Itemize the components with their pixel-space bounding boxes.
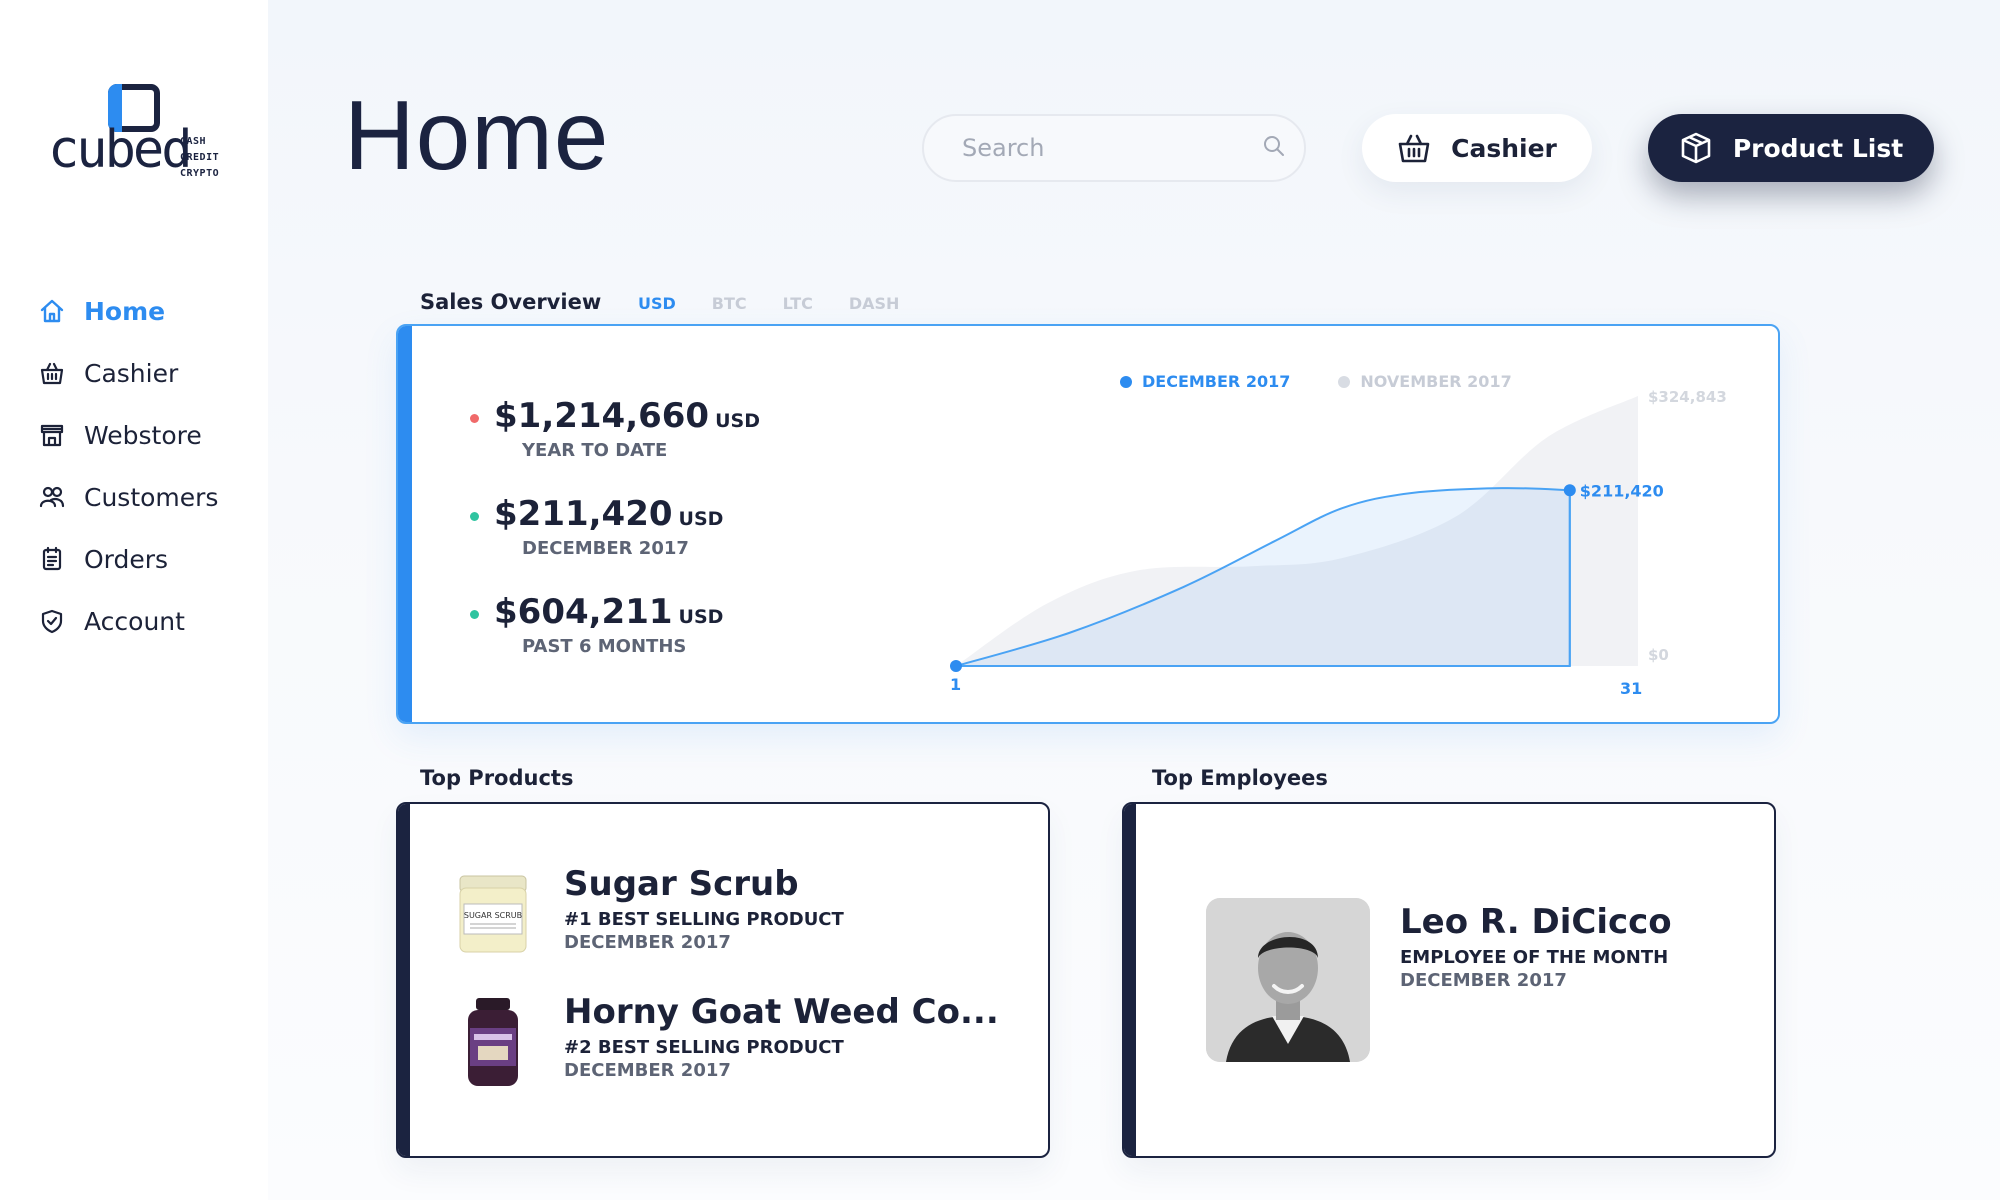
series-december-start-point[interactable]: [950, 660, 962, 672]
sidebar-item-cashier[interactable]: Cashier: [38, 342, 218, 404]
basket-icon: [38, 359, 66, 387]
y-min-label: $0: [1648, 646, 1669, 664]
sidebar-item-webstore[interactable]: Webstore: [38, 404, 218, 466]
x-start-label: 1: [950, 675, 961, 694]
product-name[interactable]: Horny Goat Weed Co...: [564, 993, 999, 1031]
logo-tagline: CASH CREDIT CRYPTO: [180, 134, 219, 182]
tab-usd[interactable]: USD: [638, 294, 676, 313]
shield-icon: [38, 607, 66, 635]
product-list-button-label: Product List: [1732, 133, 1904, 163]
sales-chart: $211,420 $324,843 $0 1 31: [950, 388, 1727, 698]
top-employees-title: Top Employees: [1152, 766, 1328, 790]
product-rank: #1 BEST SELLING PRODUCT: [564, 909, 844, 931]
sidebar-item-label: Orders: [84, 544, 169, 574]
clipboard-icon: [38, 545, 66, 573]
sidebar-item-orders[interactable]: Orders: [38, 528, 218, 590]
page-title: Home: [344, 80, 610, 190]
logo-tag-credit: CREDIT: [180, 152, 220, 163]
sidebar-item-label: Home: [84, 296, 166, 326]
employee-avatar: [1206, 898, 1370, 1062]
sugar-scrub-thumbnail: SUGAR SCRUB: [450, 866, 536, 962]
employee-info: Leo R. DiCicco EMPLOYEE OF THE MONTH DEC…: [1400, 898, 1672, 991]
tab-ltc[interactable]: LTC: [783, 294, 813, 313]
product-item[interactable]: Horny Goat Weed Co... #2 BEST SELLING PR…: [450, 993, 999, 1090]
top-products-card: SUGAR SCRUB Sugar Scrub #1 BEST SELLING …: [396, 802, 1050, 1158]
sidebar-item-label: Account: [84, 606, 185, 636]
product-list-button[interactable]: Product List: [1648, 114, 1934, 182]
current-value-label: $211,420: [1580, 481, 1664, 500]
jar-label-text: SUGAR SCRUB: [464, 911, 522, 920]
employee-name[interactable]: Leo R. DiCicco: [1400, 903, 1672, 941]
sales-overview-card: $1,214,660 USD YEAR TO DATE $211,420 USD D…: [396, 324, 1780, 724]
logo-tag-cash: CASH: [180, 136, 207, 147]
sidebar-item-home[interactable]: Home: [38, 280, 218, 342]
search-input[interactable]: [962, 134, 1262, 162]
sidebar-item-label: Cashier: [84, 358, 179, 388]
top-products-title: Top Products: [420, 766, 574, 790]
sidebar-item-customers[interactable]: Customers: [38, 466, 218, 528]
sidebar-item-label: Customers: [84, 482, 219, 512]
employee-period: DECEMBER 2017: [1400, 970, 1567, 992]
logo-tag-crypto: CRYPTO: [180, 168, 220, 179]
sidebar-item-account[interactable]: Account: [38, 590, 218, 652]
users-icon: [38, 483, 66, 511]
product-name[interactable]: Sugar Scrub: [564, 865, 844, 903]
store-icon: [38, 421, 66, 449]
product-rank: #2 BEST SELLING PRODUCT: [564, 1037, 844, 1059]
sidebar: cubed CASH CREDIT CRYPTO Home Cashier We…: [0, 0, 268, 1200]
main-nav: Home Cashier Webstore Customers Orders A…: [38, 280, 218, 652]
sidebar-item-label: Webstore: [84, 420, 202, 450]
product-info: Horny Goat Weed Co... #2 BEST SELLING PR…: [564, 993, 999, 1082]
y-max-label: $324,843: [1648, 388, 1727, 406]
cashier-button-label: Cashier: [1451, 133, 1557, 163]
product-info: Sugar Scrub #1 BEST SELLING PRODUCT DECE…: [564, 865, 844, 954]
product-period: DECEMBER 2017: [564, 1060, 731, 1082]
x-end-label: 31: [1620, 679, 1642, 698]
search-icon[interactable]: [1262, 134, 1286, 162]
tab-btc[interactable]: BTC: [712, 294, 747, 313]
box-icon: [1679, 131, 1713, 165]
home-icon: [38, 297, 66, 325]
currency-tabs: USD BTC LTC DASH: [638, 294, 935, 313]
employee-award: EMPLOYEE OF THE MONTH: [1400, 947, 1669, 969]
cashier-button[interactable]: Cashier: [1362, 114, 1592, 182]
product-item[interactable]: SUGAR SCRUB Sugar Scrub #1 BEST SELLING …: [450, 865, 844, 962]
tab-dash[interactable]: DASH: [849, 294, 900, 313]
top-employees-card: Leo R. DiCicco EMPLOYEE OF THE MONTH DEC…: [1122, 802, 1776, 1158]
supplement-bottle-thumbnail: [450, 994, 536, 1090]
product-period: DECEMBER 2017: [564, 932, 731, 954]
basket-icon: [1397, 132, 1431, 164]
series-december-end-point[interactable]: [1563, 484, 1576, 497]
cubed-logo[interactable]: cubed CASH CREDIT CRYPTO: [48, 84, 248, 184]
sales-overview-title: Sales Overview: [420, 290, 602, 314]
logo-wordmark: cubed: [48, 120, 193, 180]
employee-item[interactable]: Leo R. DiCicco EMPLOYEE OF THE MONTH DEC…: [1206, 898, 1672, 1062]
search-box[interactable]: [922, 114, 1306, 182]
